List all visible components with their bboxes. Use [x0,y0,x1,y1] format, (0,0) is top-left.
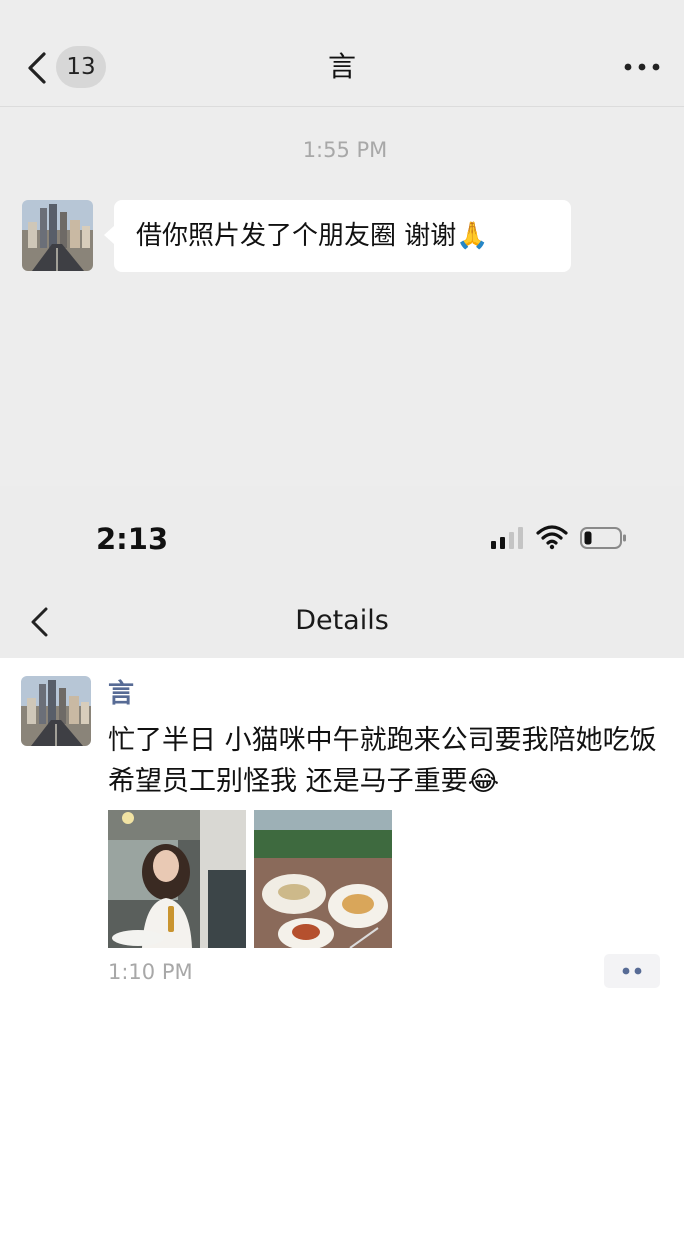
comment-dots-icon[interactable] [604,954,660,988]
back-chevron-icon[interactable] [22,48,52,88]
post-timestamp: 1:10 PM [108,960,193,984]
author-avatar[interactable] [21,676,91,746]
chat-header: 13 言 [0,0,684,107]
contact-avatar[interactable] [22,200,93,271]
status-clock: 2:13 [96,522,169,556]
post-author-name[interactable]: 言 [108,676,134,712]
battery-icon [580,527,626,549]
moments-post: 言 忙了半日 小猫咪中午就跑来公司要我陪她吃饭 希望员工别怪我 还是马子重要😂 … [0,658,684,1257]
back-chevron-icon[interactable] [26,604,54,640]
post-photo-food[interactable] [254,810,392,948]
chat-screen: 13 言 1:55 PM 借你照片发了个朋友圈 谢谢🙏 [0,0,684,486]
details-nav-bar: Details [0,586,684,658]
post-text: 忙了半日 小猫咪中午就跑来公司要我陪她吃饭 希望员工别怪我 还是马子重要😂 [108,725,657,797]
page-title: Details [295,605,389,636]
chat-title: 言 [327,50,356,83]
signal-icon [491,527,523,549]
status-bar: 2:13 [0,486,684,586]
post-photo-girl[interactable] [108,810,246,948]
more-dots-icon[interactable] [620,56,664,78]
unread-count-badge[interactable]: 13 [56,46,106,88]
message-timestamp: 1:55 PM [302,138,388,162]
wifi-icon [536,525,568,550]
message-bubble[interactable]: 借你照片发了个朋友圈 谢谢🙏 [104,200,571,272]
